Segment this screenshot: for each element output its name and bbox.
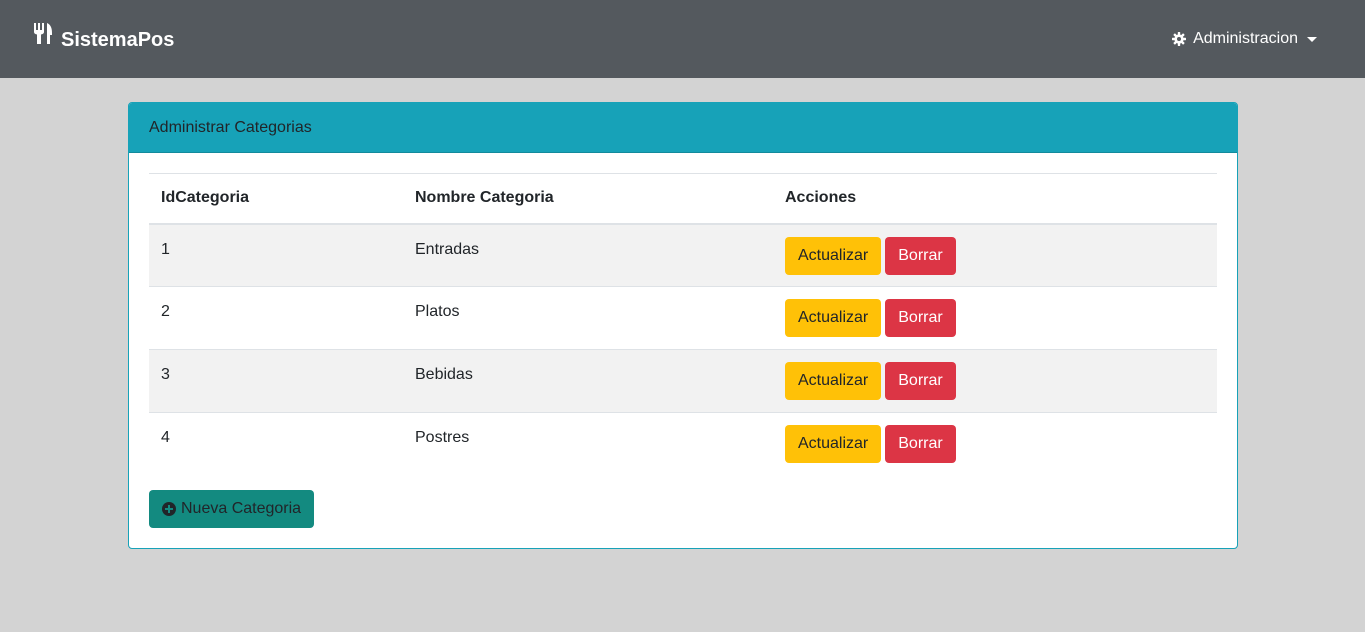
delete-button[interactable]: Borrar bbox=[885, 362, 956, 400]
plus-circle-icon bbox=[162, 502, 176, 516]
brand-link[interactable]: SistemaPos bbox=[33, 23, 175, 51]
cell-name: Bebidas bbox=[403, 349, 773, 413]
cell-name: Postres bbox=[403, 412, 773, 476]
update-button[interactable]: Actualizar bbox=[785, 299, 882, 337]
gear-icon bbox=[1172, 32, 1187, 46]
top-navbar: SistemaPos Administracion bbox=[0, 0, 1365, 78]
column-header-nombre-categoria: Nombre Categoria bbox=[403, 173, 773, 225]
table-header-row: IdCategoria Nombre Categoria Acciones bbox=[149, 173, 1217, 225]
categories-table: IdCategoria Nombre Categoria Acciones 1 … bbox=[149, 173, 1217, 476]
cell-id: 2 bbox=[149, 286, 403, 350]
delete-button[interactable]: Borrar bbox=[885, 236, 956, 275]
caret-down-icon bbox=[1307, 36, 1317, 42]
cell-actions: Actualizar Borrar bbox=[773, 286, 1217, 350]
cell-name: Platos bbox=[403, 286, 773, 350]
table-row: 3 Bebidas Actualizar Borrar bbox=[149, 349, 1217, 413]
delete-button[interactable]: Borrar bbox=[885, 299, 956, 337]
table-row: 1 Entradas Actualizar Borrar bbox=[149, 223, 1217, 287]
cell-actions: Actualizar Borrar bbox=[773, 224, 1217, 287]
table-row: 4 Postres Actualizar Borrar bbox=[149, 412, 1217, 476]
delete-button[interactable]: Borrar bbox=[885, 425, 956, 463]
update-button[interactable]: Actualizar bbox=[785, 236, 882, 275]
column-header-acciones: Acciones bbox=[773, 173, 1217, 225]
cell-id: 4 bbox=[149, 412, 403, 476]
cell-actions: Actualizar Borrar bbox=[773, 349, 1217, 413]
update-button[interactable]: Actualizar bbox=[785, 425, 882, 463]
card-title: Administrar Categorias bbox=[149, 118, 312, 136]
update-button[interactable]: Actualizar bbox=[785, 362, 882, 400]
card-header: Administrar Categorias bbox=[129, 103, 1237, 153]
table-row: 2 Platos Actualizar Borrar bbox=[149, 286, 1217, 350]
administracion-label: Administracion bbox=[1193, 30, 1298, 47]
column-header-idcategoria: IdCategoria bbox=[149, 173, 403, 225]
cell-id: 3 bbox=[149, 349, 403, 413]
utensils-icon bbox=[33, 23, 53, 45]
categorias-card: Administrar Categorias IdCategoria Nombr… bbox=[128, 102, 1238, 549]
new-category-label: Nueva Categoria bbox=[181, 500, 302, 517]
cell-id: 1 bbox=[161, 240, 170, 258]
cell-name: Entradas bbox=[415, 240, 480, 258]
new-category-button[interactable]: Nueva Categoria bbox=[149, 490, 315, 528]
card-body: IdCategoria Nombre Categoria Acciones 1 … bbox=[129, 153, 1237, 528]
brand-name: SistemaPos bbox=[61, 28, 175, 51]
administracion-dropdown[interactable]: Administracion bbox=[1172, 30, 1317, 48]
cell-actions: Actualizar Borrar bbox=[773, 412, 1217, 476]
